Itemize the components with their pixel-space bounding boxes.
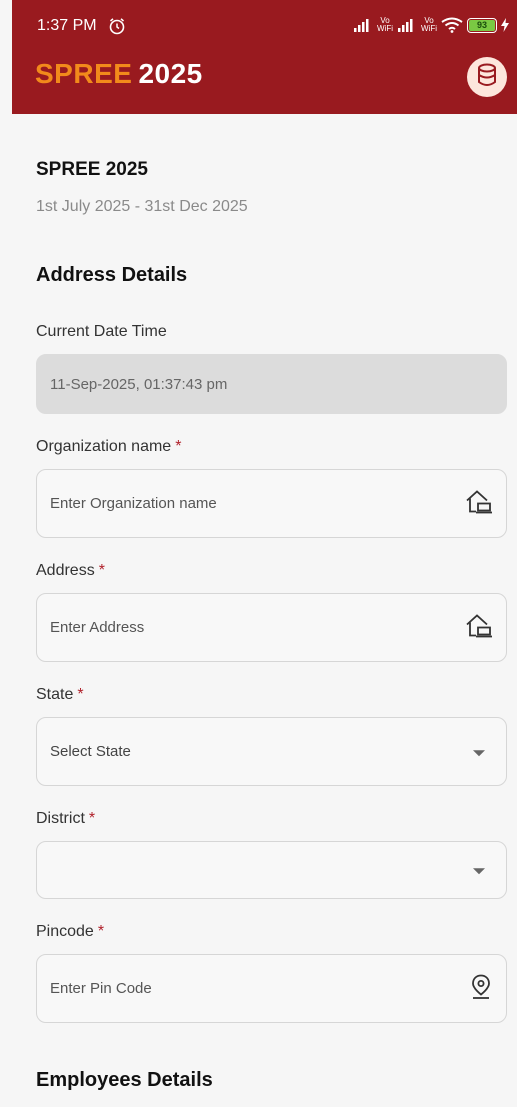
address-input[interactable]: Enter Address: [36, 593, 507, 662]
dropdown-arrow-icon: [473, 749, 485, 756]
required-mark: *: [98, 562, 105, 579]
signal-icon: [353, 17, 373, 33]
required-mark: *: [77, 686, 84, 703]
status-bar: 1:37 PM Vo WiFi Vo WiFi 93: [12, 0, 517, 52]
current-date-field: 11-Sep-2025, 01:37:43 pm: [36, 354, 507, 414]
battery-level: 93: [476, 20, 487, 30]
status-time: 1:37 PM: [37, 17, 97, 34]
wifi-icon: [441, 17, 463, 33]
battery-icon: 93: [467, 17, 497, 33]
app-logo: SPREE 2025: [35, 58, 203, 89]
org-name-label: Organization name *: [36, 438, 182, 455]
alarm-icon: [108, 17, 126, 40]
dropdown-arrow-icon: [473, 868, 485, 875]
state-select[interactable]: Select State: [36, 717, 507, 786]
pincode-input[interactable]: Enter Pin Code: [36, 954, 507, 1023]
event-dates: 1st July 2025 - 31st Dec 2025: [36, 198, 248, 215]
home-icon: [464, 612, 494, 643]
pincode-label: Pincode *: [36, 923, 105, 940]
org-name-input[interactable]: Enter Organization name: [36, 469, 507, 538]
required-mark: *: [88, 810, 96, 827]
vowifi-icon-2: Vo WiFi: [421, 16, 437, 33]
address-placeholder: Enter Address: [50, 619, 145, 636]
database-button[interactable]: [467, 57, 507, 97]
signal-icon-2: [397, 17, 417, 33]
employees-section-title: Employees Details: [36, 1069, 213, 1091]
required-mark: *: [175, 438, 182, 455]
app-header: 1:37 PM Vo WiFi Vo WiFi 93 SPREE 2025: [12, 0, 517, 114]
state-value: Select State: [50, 743, 131, 760]
district-select[interactable]: [36, 841, 507, 899]
state-label: State *: [36, 686, 84, 703]
pincode-placeholder: Enter Pin Code: [50, 980, 152, 997]
event-title: SPREE 2025: [36, 159, 148, 180]
home-icon: [464, 488, 494, 519]
current-date-label: Current Date Time: [36, 323, 167, 340]
required-mark: *: [97, 923, 105, 940]
district-label: District *: [36, 810, 96, 827]
charging-icon: [501, 18, 509, 32]
status-icons: Vo WiFi Vo WiFi 93: [353, 14, 509, 36]
org-name-placeholder: Enter Organization name: [50, 495, 217, 512]
location-pin-icon: [470, 973, 492, 1004]
vowifi-icon: Vo WiFi: [377, 16, 393, 33]
address-label: Address *: [36, 562, 105, 579]
database-icon: [476, 63, 498, 92]
address-section-title: Address Details: [36, 264, 188, 286]
current-date-value: 11-Sep-2025, 01:37:43 pm: [50, 375, 228, 393]
